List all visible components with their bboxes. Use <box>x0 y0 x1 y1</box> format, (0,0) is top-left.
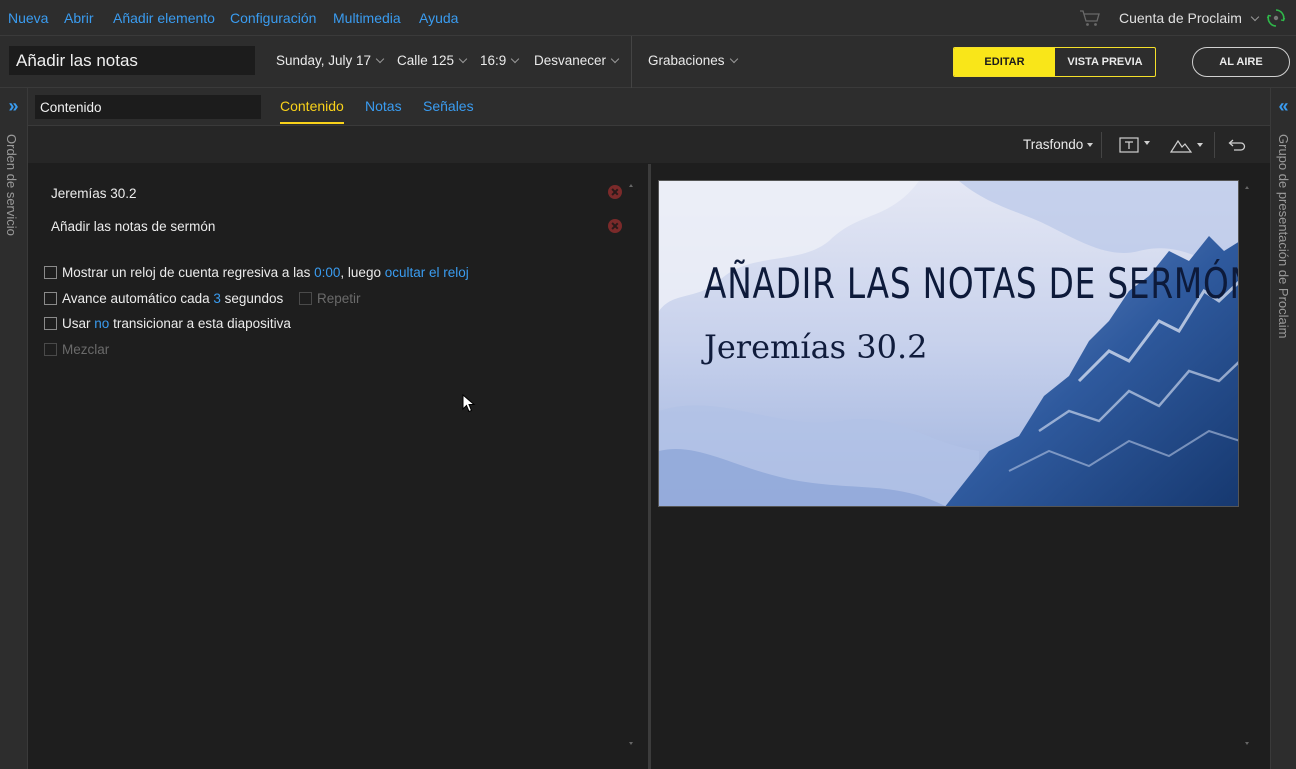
transition-prefix: Usar <box>62 316 91 331</box>
transition-value-link[interactable]: no <box>94 316 109 331</box>
background-dropdown[interactable]: Trasfondo <box>1023 137 1094 152</box>
aspect-label: 16:9 <box>480 53 507 68</box>
transition-checkbox[interactable] <box>44 317 57 330</box>
repeat-checkbox[interactable] <box>298 292 312 305</box>
content-editor-pane: Jeremías 30.2 Añadir las notas de sermón… <box>28 164 648 769</box>
countdown-checkbox[interactable] <box>44 266 57 279</box>
expand-right-icon[interactable]: « <box>1271 96 1296 117</box>
edit-mode-button[interactable]: EDITAR <box>954 48 1055 76</box>
option-transition: Usar no transicionar a esta diapositiva <box>44 316 291 331</box>
image-button[interactable] <box>1170 135 1203 155</box>
scroll-up-icon[interactable] <box>629 184 633 187</box>
scroll-down-icon[interactable] <box>1245 742 1249 745</box>
menu-configuracion[interactable]: Configuración <box>230 10 316 26</box>
presentation-group-rail: « Grupo de presentación de Proclaim <box>1270 88 1296 769</box>
countdown-action-link[interactable]: ocultar el reloj <box>385 265 469 280</box>
undo-icon <box>1228 139 1246 151</box>
slide-title: AÑADIR LAS NOTAS DE SERMÓN <box>704 259 1239 308</box>
date-dropdown[interactable]: Sunday, July 17 <box>276 53 385 68</box>
countdown-time-link[interactable]: 0:00 <box>314 265 340 280</box>
scroll-down-icon[interactable] <box>629 742 633 745</box>
scroll-up-icon[interactable] <box>1245 186 1249 189</box>
caret-down-icon <box>1144 141 1150 145</box>
auto-advance-prefix: Avance automático cada <box>62 291 210 306</box>
image-mountain-icon <box>1170 139 1192 153</box>
countdown-prefix: Mostrar un reloj de cuenta regresiva a l… <box>62 265 311 280</box>
slide-subtitle: Jeremías 30.2 <box>704 328 928 366</box>
shuffle-label: Mezclar <box>62 342 110 357</box>
content-item-scripture[interactable]: Jeremías 30.2 <box>51 186 137 201</box>
auto-advance-seconds-link[interactable]: 3 <box>213 291 221 306</box>
menu-nueva[interactable]: Nueva <box>8 10 48 26</box>
presentation-group-label[interactable]: Grupo de presentación de Proclaim <box>1276 134 1291 339</box>
toolbar-separator <box>1101 132 1102 158</box>
tab-senales[interactable]: Señales <box>423 98 474 122</box>
account-menu[interactable]: Cuenta de Proclaim <box>1119 10 1260 26</box>
preview-mode-button[interactable]: VISTA PREVIA <box>1055 48 1155 76</box>
slide-toolbar: Trasfondo <box>28 126 1270 164</box>
location-dropdown[interactable]: Calle 125 <box>397 53 468 68</box>
sync-icon[interactable] <box>1266 8 1286 28</box>
content-item-notes[interactable]: Añadir las notas de sermón <box>51 219 215 234</box>
location-label: Calle 125 <box>397 53 455 68</box>
expand-left-icon[interactable]: » <box>0 96 27 117</box>
mouse-cursor-icon <box>462 394 476 413</box>
menu-bar: Nueva Abrir Añadir elemento Configuració… <box>0 0 1296 36</box>
repeat-label: Repetir <box>316 291 361 306</box>
service-order-rail: » Orden de servicio <box>0 88 28 769</box>
text-box-icon <box>1119 137 1139 153</box>
undo-button[interactable] <box>1228 135 1246 155</box>
auto-advance-suffix: segundos <box>224 291 284 306</box>
item-name-input[interactable] <box>35 95 261 119</box>
recordings-label: Grabaciones <box>648 53 725 68</box>
account-label: Cuenta de Proclaim <box>1119 10 1242 26</box>
text-box-button[interactable] <box>1119 135 1150 155</box>
presentation-title-input[interactable] <box>9 46 255 75</box>
toolbar-separator <box>1214 132 1215 158</box>
transition-dropdown[interactable]: Desvanecer <box>534 53 620 68</box>
menu-multimedia[interactable]: Multimedia <box>333 10 401 26</box>
tab-contenido[interactable]: Contenido <box>280 98 344 124</box>
caret-down-icon <box>1197 143 1203 147</box>
menu-ayuda[interactable]: Ayuda <box>419 10 458 26</box>
on-air-button[interactable]: AL AIRE <box>1192 47 1290 77</box>
remove-item-icon[interactable] <box>608 185 622 199</box>
option-countdown: Mostrar un reloj de cuenta regresiva a l… <box>44 265 469 280</box>
transition-suffix: transicionar a esta diapositiva <box>113 316 291 331</box>
option-shuffle: Mezclar <box>44 342 109 357</box>
auto-advance-checkbox[interactable] <box>44 292 57 305</box>
slide-preview-pane: AÑADIR LAS NOTAS DE SERMÓN Jeremías 30.2 <box>651 164 1270 769</box>
countdown-middle: , luego <box>340 265 381 280</box>
menu-abrir[interactable]: Abrir <box>64 10 94 26</box>
service-order-label[interactable]: Orden de servicio <box>4 134 19 236</box>
chevron-down-icon <box>610 54 620 64</box>
remove-item-icon[interactable] <box>608 219 622 233</box>
transition-label: Desvanecer <box>534 53 607 68</box>
chevron-down-icon <box>1250 12 1260 22</box>
chevron-down-icon <box>458 54 468 64</box>
recordings-dropdown[interactable]: Grabaciones <box>648 53 738 68</box>
cart-icon[interactable] <box>1079 9 1101 27</box>
toolbar: Sunday, July 17 Calle 125 16:9 Desvanece… <box>0 36 1296 88</box>
background-label: Trasfondo <box>1023 137 1084 152</box>
shuffle-checkbox[interactable] <box>44 343 57 356</box>
mode-toggle: EDITAR VISTA PREVIA <box>953 47 1156 77</box>
slide-preview[interactable]: AÑADIR LAS NOTAS DE SERMÓN Jeremías 30.2 <box>658 180 1239 507</box>
caret-down-icon <box>1087 143 1094 147</box>
menu-anadir-elemento[interactable]: Añadir elemento <box>113 10 215 26</box>
option-auto-advance: Avance automático cada 3 segundos Repeti… <box>44 291 361 306</box>
aspect-dropdown[interactable]: 16:9 <box>480 53 520 68</box>
toolbar-divider <box>631 36 632 88</box>
date-label: Sunday, July 17 <box>276 53 372 68</box>
tab-notas[interactable]: Notas <box>365 98 402 122</box>
tab-row: Contenido Notas Señales <box>28 88 1270 126</box>
chevron-down-icon <box>511 54 520 64</box>
chevron-down-icon <box>729 54 738 64</box>
chevron-down-icon <box>375 54 385 64</box>
